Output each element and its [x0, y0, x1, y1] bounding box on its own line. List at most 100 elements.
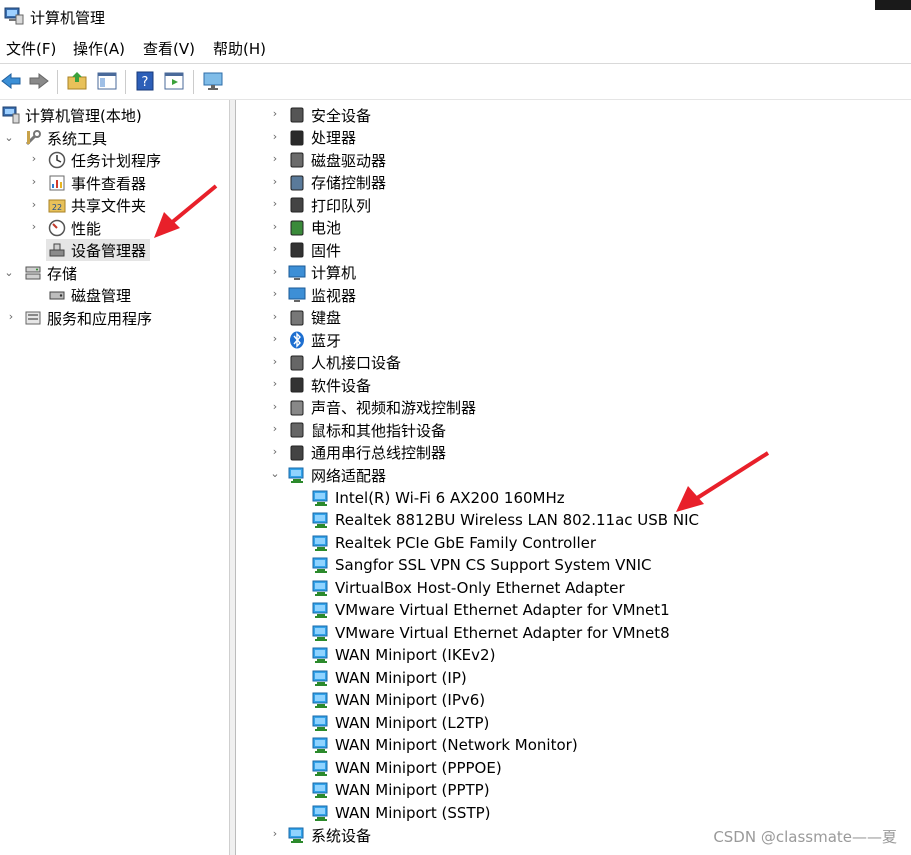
- device-category[interactable]: 电池: [288, 217, 341, 239]
- network-adapter-item[interactable]: Sangfor SSL VPN CS Support System VNIC: [312, 554, 652, 576]
- network-adapter-item[interactable]: WAN Miniport (Network Monitor): [312, 734, 578, 756]
- device-category[interactable]: 存储控制器: [288, 172, 386, 194]
- chevron-right-icon[interactable]: ›: [270, 107, 280, 120]
- device-category[interactable]: 软件设备: [288, 374, 371, 396]
- network-adapter-item[interactable]: Intel(R) Wi-Fi 6 AX200 160MHz: [312, 487, 565, 509]
- network-adapter-item[interactable]: WAN Miniport (IKEv2): [312, 644, 495, 666]
- monitor-icon[interactable]: [202, 70, 224, 92]
- chevron-right-icon[interactable]: ›: [270, 287, 280, 300]
- tree-root-computer-management[interactable]: 计算机管理(本地): [2, 104, 142, 126]
- show-hide-tree-icon[interactable]: [96, 70, 118, 92]
- chevron-right-icon[interactable]: ›: [270, 377, 280, 390]
- device-category[interactable]: 计算机: [288, 262, 356, 284]
- device-category[interactable]: 人机接口设备: [288, 352, 401, 374]
- tree-label: VirtualBox Host-Only Ethernet Adapter: [335, 578, 625, 597]
- tree-item-task-scheduler[interactable]: 任务计划程序: [48, 149, 161, 171]
- chevron-right-icon[interactable]: ›: [270, 827, 280, 840]
- tree-label: 通用串行总线控制器: [311, 444, 447, 462]
- tree-label: 磁盘驱动器: [311, 151, 387, 170]
- tree-item-device-manager[interactable]: 设备管理器: [46, 239, 151, 261]
- tree-label: 设备管理器: [71, 241, 147, 260]
- chevron-down-icon[interactable]: ⌄: [270, 467, 280, 480]
- device-category[interactable]: 键盘: [288, 307, 341, 329]
- device-category[interactable]: 通用串行总线控制器: [288, 442, 446, 464]
- tree-item-storage[interactable]: 存储: [24, 262, 77, 284]
- chevron-right-icon[interactable]: ›: [270, 332, 280, 345]
- usb-icon: [290, 445, 304, 460]
- tree-label: 处理器: [311, 129, 357, 147]
- chevron-down-icon[interactable]: ⌄: [4, 266, 14, 279]
- toolbar-separator: [193, 70, 194, 94]
- chevron-right-icon[interactable]: ›: [270, 220, 280, 233]
- chevron-right-icon[interactable]: ›: [270, 355, 280, 368]
- tree-item-system-tools[interactable]: 系统工具: [24, 127, 107, 149]
- chevron-right-icon[interactable]: ›: [270, 197, 280, 210]
- network-adapter-item[interactable]: Realtek PCIe GbE Family Controller: [312, 532, 596, 554]
- chevron-right-icon[interactable]: ›: [270, 400, 280, 413]
- chevron-right-icon[interactable]: ›: [29, 175, 39, 188]
- network-adapter-icon: [312, 737, 328, 753]
- keyboard-icon: [290, 310, 304, 325]
- chevron-right-icon[interactable]: ›: [270, 175, 280, 188]
- window-controls[interactable]: [875, 0, 911, 10]
- network-adapter-item[interactable]: WAN Miniport (IPv6): [312, 689, 485, 711]
- device-category[interactable]: 处理器: [288, 127, 356, 149]
- chevron-right-icon[interactable]: ›: [270, 310, 280, 323]
- device-category[interactable]: 打印队列: [288, 194, 371, 216]
- properties-icon[interactable]: [163, 70, 185, 92]
- device-category[interactable]: 蓝牙: [288, 329, 341, 351]
- network-adapter-item[interactable]: WAN Miniport (SSTP): [312, 802, 491, 824]
- device-category[interactable]: 安全设备: [288, 104, 371, 126]
- back-arrow-icon[interactable]: [0, 70, 22, 92]
- tree-item-performance[interactable]: 性能: [48, 217, 101, 239]
- security-device-icon: [290, 107, 304, 123]
- up-folder-icon[interactable]: [66, 70, 88, 92]
- svg-text:22: 22: [52, 203, 62, 212]
- chevron-down-icon[interactable]: ⌄: [4, 131, 14, 144]
- chevron-right-icon[interactable]: ›: [270, 445, 280, 458]
- tree-label: 鼠标和其他指针设备: [311, 421, 447, 440]
- menu-action[interactable]: 操作(A): [73, 38, 125, 59]
- network-adapter-item[interactable]: Realtek 8812BU Wireless LAN 802.11ac USB…: [312, 509, 699, 531]
- tree-label: WAN Miniport (IPv6): [335, 691, 486, 709]
- tree-item-disk-management[interactable]: 磁盘管理: [48, 284, 131, 306]
- network-adapter-item[interactable]: WAN Miniport (PPTP): [312, 779, 490, 801]
- network-adapter-item[interactable]: WAN Miniport (L2TP): [312, 712, 489, 734]
- device-category-system-devices[interactable]: 系统设备: [288, 824, 371, 846]
- mouse-icon: [290, 422, 304, 438]
- menu-file[interactable]: 文件(F): [6, 38, 56, 59]
- chevron-right-icon[interactable]: ›: [270, 152, 280, 165]
- device-category[interactable]: 固件: [288, 239, 341, 261]
- help-icon[interactable]: ?: [134, 70, 156, 92]
- processor-icon: [290, 130, 304, 145]
- device-category[interactable]: 声音、视频和游戏控制器: [288, 397, 476, 419]
- tree-label: 计算机管理(本地): [25, 106, 142, 125]
- chevron-right-icon[interactable]: ›: [29, 152, 39, 165]
- network-adapter-item[interactable]: WAN Miniport (PPPOE): [312, 757, 502, 779]
- tree-item-services-apps[interactable]: 服务和应用程序: [24, 307, 152, 329]
- chevron-right-icon[interactable]: ›: [270, 265, 280, 278]
- device-category[interactable]: 磁盘驱动器: [288, 149, 386, 171]
- tree-label: 共享文件夹: [71, 196, 147, 215]
- forward-arrow-icon[interactable]: [28, 70, 50, 92]
- network-adapter-item[interactable]: VMware Virtual Ethernet Adapter for VMne…: [312, 599, 670, 621]
- device-category-network-adapters[interactable]: 网络适配器: [288, 464, 386, 486]
- chevron-right-icon[interactable]: ›: [270, 422, 280, 435]
- computer-management-icon: [4, 7, 24, 25]
- device-tree[interactable]: › 安全设备 › 处理器 › 磁盘驱动器 › 存储控制器 › 打印队列 › 电池 › 固件 › 计算机 › 监视器…: [236, 100, 911, 855]
- network-adapter-item[interactable]: VirtualBox Host-Only Ethernet Adapter: [312, 577, 625, 599]
- tree-item-event-viewer[interactable]: 事件查看器: [48, 172, 146, 194]
- menu-help[interactable]: 帮助(H): [213, 38, 266, 59]
- network-adapter-item[interactable]: WAN Miniport (IP): [312, 667, 467, 689]
- device-category[interactable]: 鼠标和其他指针设备: [288, 419, 446, 441]
- menu-view[interactable]: 查看(V): [143, 38, 195, 59]
- hid-icon: [290, 355, 304, 370]
- chevron-right-icon[interactable]: ›: [29, 220, 39, 233]
- chevron-right-icon[interactable]: ›: [270, 130, 280, 143]
- device-category[interactable]: 监视器: [288, 284, 356, 306]
- tree-item-shared-folders[interactable]: 22 共享文件夹: [48, 194, 146, 216]
- chevron-right-icon[interactable]: ›: [270, 242, 280, 255]
- chevron-right-icon[interactable]: ›: [29, 198, 39, 211]
- chevron-right-icon[interactable]: ›: [6, 310, 16, 323]
- network-adapter-item[interactable]: VMware Virtual Ethernet Adapter for VMne…: [312, 622, 670, 644]
